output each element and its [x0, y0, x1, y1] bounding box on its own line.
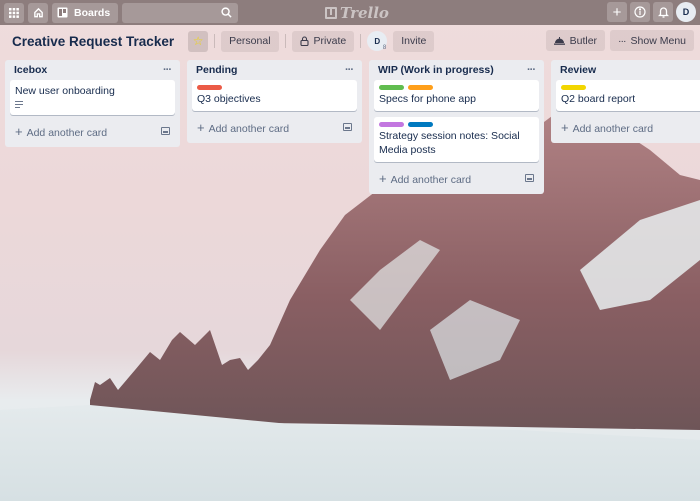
card-title: Specs for phone app: [379, 93, 476, 105]
grid-icon: [9, 7, 19, 18]
search-input[interactable]: [122, 2, 239, 23]
apps-button[interactable]: [4, 2, 24, 23]
card-title: Q3 objectives: [197, 93, 261, 105]
invite-button[interactable]: Invite: [393, 30, 435, 52]
card[interactable]: Specs for phone app: [374, 80, 539, 111]
list-title[interactable]: Review: [560, 64, 596, 76]
more-icon: ···: [618, 34, 626, 47]
header-divider: [284, 34, 286, 48]
card-template-icon[interactable]: [525, 174, 534, 182]
member-initial: D: [374, 36, 381, 46]
information-button[interactable]: [630, 2, 650, 22]
card-template-icon[interactable]: [161, 127, 170, 135]
header-divider: [360, 34, 362, 48]
home-button[interactable]: [28, 2, 48, 23]
plus-icon: +: [15, 123, 23, 139]
plus-icon: +: [561, 119, 569, 135]
list-title[interactable]: Pending: [196, 64, 237, 76]
label-red[interactable]: [197, 85, 222, 90]
lock-icon: [299, 36, 309, 46]
card[interactable]: New user onboarding: [10, 80, 175, 115]
add-card-label: Add another card: [572, 122, 654, 135]
admin-badge-icon: 8: [382, 45, 387, 51]
team-label: Personal: [229, 35, 271, 47]
description-icon: [15, 101, 23, 108]
board-title[interactable]: Creative Request Tracker: [12, 34, 174, 49]
label-orange[interactable]: [408, 85, 433, 90]
plus-icon: +: [197, 119, 205, 135]
trello-logo-text: Trello: [340, 4, 389, 22]
trello-logo-icon: [325, 7, 337, 19]
show-menu-button[interactable]: ··· Show Menu: [610, 30, 694, 51]
card-title: Strategy session notes: Social Media pos…: [379, 130, 520, 156]
list-header: Review: [556, 60, 700, 80]
boards-button[interactable]: Boards: [52, 2, 119, 23]
list-wip: WIP (Work in progress) ··· Specs for pho…: [369, 60, 544, 194]
show-menu-label: Show Menu: [630, 34, 686, 47]
boards-icon: [57, 7, 68, 18]
star-icon: ☆: [192, 34, 204, 48]
board-member-avatar[interactable]: D 8: [367, 31, 388, 51]
list-menu-icon[interactable]: ···: [527, 64, 536, 76]
boards-label: Boards: [74, 6, 111, 19]
board-header: Creative Request Tracker ☆ Personal Priv…: [0, 28, 700, 54]
card[interactable]: Strategy session notes: Social Media pos…: [374, 117, 539, 162]
label-blue[interactable]: [408, 122, 433, 127]
list-header: Pending ···: [192, 60, 357, 80]
add-card-button[interactable]: + Add another card: [374, 168, 539, 188]
card-labels: [197, 85, 352, 90]
notifications-button[interactable]: [653, 2, 673, 22]
user-avatar[interactable]: D: [676, 2, 696, 22]
label-purple[interactable]: [379, 122, 404, 127]
card-labels: [561, 85, 700, 90]
visibility-label: Private: [313, 35, 347, 47]
card-labels: [379, 85, 534, 90]
list-pending: Pending ··· Q3 objectives + Add another c…: [187, 60, 362, 143]
label-yellow[interactable]: [561, 85, 586, 90]
butler-label: Butler: [569, 34, 598, 47]
info-icon: [634, 6, 646, 18]
card-labels: [379, 122, 534, 127]
butler-bell-icon: [553, 37, 565, 45]
card-title: New user onboarding: [15, 85, 115, 97]
plus-icon: +: [612, 3, 622, 21]
home-icon: [33, 7, 43, 18]
list-header: WIP (Work in progress) ···: [374, 60, 539, 80]
card-title: Q2 board report: [561, 93, 636, 105]
star-board-button[interactable]: ☆: [188, 30, 209, 52]
trello-logo[interactable]: Trello: [325, 4, 389, 22]
add-card-label: Add another card: [208, 122, 290, 135]
card[interactable]: Q2 board report: [556, 80, 700, 111]
add-card-button[interactable]: + Add another card: [556, 117, 700, 137]
label-green[interactable]: [379, 85, 404, 90]
list-header: Icebox ···: [10, 60, 175, 80]
list-menu-icon[interactable]: ···: [345, 64, 354, 76]
butler-button[interactable]: Butler: [545, 30, 606, 51]
create-button[interactable]: +: [607, 2, 627, 22]
invite-label: Invite: [401, 35, 427, 47]
header-divider: [214, 34, 216, 48]
team-visibility-button[interactable]: Personal: [221, 30, 279, 52]
bell-icon: [657, 7, 669, 18]
board-visibility-button[interactable]: Private: [291, 30, 355, 52]
list-icebox: Icebox ··· New user onboarding + Add anot…: [5, 60, 180, 147]
add-card-button[interactable]: + Add another card: [10, 121, 175, 141]
plus-icon: +: [379, 170, 387, 186]
add-card-label: Add another card: [390, 173, 472, 186]
top-navigation-bar: Boards Trello + D: [0, 0, 700, 25]
search-icon: [221, 7, 232, 18]
list-title[interactable]: Icebox: [14, 64, 47, 76]
list-title[interactable]: WIP (Work in progress): [378, 64, 494, 76]
list-review: Review Q2 board report + Add another card: [551, 60, 700, 143]
list-menu-icon[interactable]: ···: [163, 64, 172, 76]
add-card-label: Add another card: [26, 126, 108, 139]
add-card-button[interactable]: + Add another card: [192, 117, 357, 137]
card-template-icon[interactable]: [343, 123, 352, 131]
card[interactable]: Q3 objectives: [192, 80, 357, 111]
